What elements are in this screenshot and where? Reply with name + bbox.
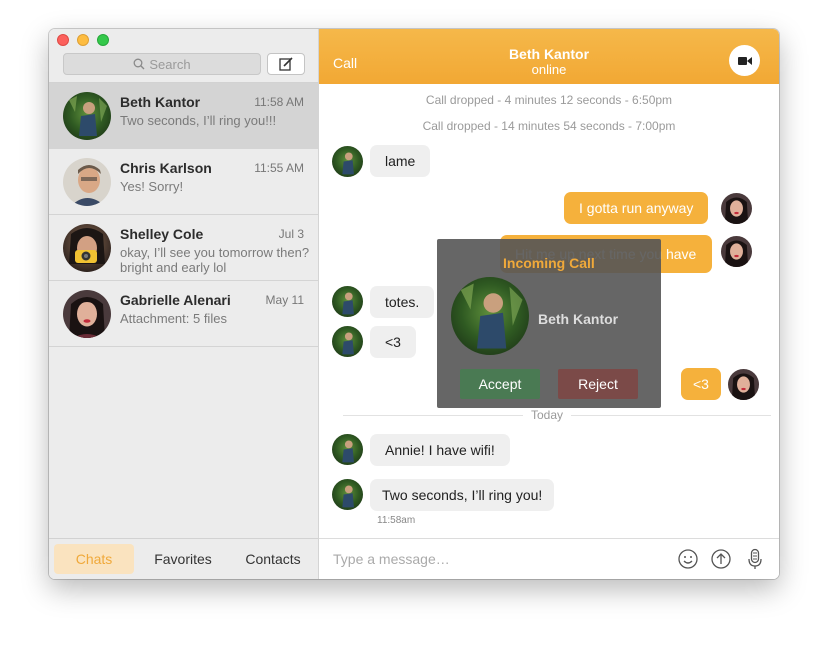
chat-item-shelley-cole[interactable]: Shelley Cole Jul 3 okay, I’ll see you to… — [49, 215, 318, 281]
beth-avatar — [332, 286, 363, 317]
message-composer: Type a message… — [319, 538, 779, 579]
reject-call-button[interactable]: Reject — [558, 369, 638, 399]
beth-avatar — [63, 92, 111, 140]
caller-name: Beth Kantor — [538, 311, 619, 327]
zoom-window-button[interactable] — [97, 34, 109, 46]
shelley-avatar — [63, 224, 111, 272]
chat-preview: okay, I’ll see you tomorrow then? bright… — [120, 245, 310, 275]
caller-avatar — [451, 277, 529, 355]
chat-name: Beth Kantor — [120, 94, 201, 110]
app-window: Search Beth Kantor 11:58 AM Two seconds,… — [49, 29, 779, 579]
smiley-icon — [678, 549, 698, 569]
system-message: Call dropped - 14 minutes 54 seconds - 7… — [422, 119, 676, 133]
microphone-icon — [748, 548, 762, 569]
system-message: Call dropped - 4 minutes 12 seconds - 6:… — [425, 93, 673, 107]
chat-time: 11:55 AM — [254, 161, 304, 175]
upload-arrow-icon — [711, 549, 731, 569]
sidebar-toolbar: Search — [49, 29, 318, 83]
date-divider-label: Today — [523, 408, 571, 422]
tab-chats[interactable]: Chats — [54, 544, 134, 574]
beth-avatar — [332, 326, 363, 357]
beth-avatar — [332, 146, 363, 177]
contact-status: online — [531, 62, 567, 77]
chat-preview: Two seconds, I’ll ring you!!! — [120, 113, 277, 128]
chat-preview: Attachment: 5 files — [120, 311, 227, 326]
video-camera-icon — [737, 56, 752, 65]
tab-favorites[interactable]: Favorites — [143, 544, 223, 574]
message-bubble-incoming: <3 — [370, 326, 416, 358]
chat-preview: Yes! Sorry! — [120, 179, 184, 194]
message-timestamp: 11:58am — [377, 515, 416, 526]
compose-button[interactable] — [267, 53, 305, 75]
close-window-button[interactable] — [57, 34, 69, 46]
message-input[interactable]: Type a message… — [333, 551, 450, 567]
video-call-button[interactable] — [729, 45, 760, 76]
chris-avatar — [63, 158, 111, 206]
chat-time: May 11 — [265, 293, 304, 307]
chat-time: Jul 3 — [278, 227, 304, 241]
message-bubble-incoming: Annie! I have wifi! — [370, 434, 510, 466]
accept-call-button[interactable]: Accept — [460, 369, 540, 399]
search-input[interactable]: Search — [63, 53, 261, 75]
search-icon — [133, 58, 145, 70]
chat-name: Shelley Cole — [120, 226, 204, 242]
message-bubble-outgoing: I gotta run anyway — [564, 192, 709, 224]
beth-avatar — [332, 434, 363, 465]
message-bubble-incoming: Two seconds, I’ll ring you! — [370, 479, 555, 511]
contact-name: Beth Kantor — [508, 46, 590, 62]
compose-icon — [279, 57, 293, 71]
user-avatar — [721, 236, 752, 267]
sidebar-tabs: Chats Favorites Contacts — [49, 538, 318, 579]
upload-button[interactable] — [710, 548, 732, 570]
chat-name: Chris Karlson — [120, 160, 212, 176]
chat-item-beth-kantor[interactable]: Beth Kantor 11:58 AM Two seconds, I’ll r… — [49, 83, 318, 149]
conversation-header: Call Beth Kantor online — [319, 29, 779, 84]
search-placeholder: Search — [149, 56, 191, 72]
sidebar: Search Beth Kantor 11:58 AM Two seconds,… — [49, 29, 319, 579]
emoji-button[interactable] — [677, 548, 699, 570]
incoming-call-dialog: Incoming Call Beth Kantor Accept Reject — [437, 239, 661, 408]
chat-item-chris-karlson[interactable]: Chris Karlson 11:55 AM Yes! Sorry! — [49, 149, 318, 215]
minimize-window-button[interactable] — [77, 34, 89, 46]
gabrielle-avatar — [63, 290, 111, 338]
message-bubble-incoming: totes. — [370, 286, 435, 318]
beth-avatar — [332, 479, 363, 510]
message-bubble-incoming: lame — [370, 145, 431, 177]
message-bubble-outgoing: <3 — [681, 368, 721, 400]
tab-contacts[interactable]: Contacts — [233, 544, 313, 574]
chat-item-gabrielle-alenari[interactable]: Gabrielle Alenari May 11 Attachment: 5 f… — [49, 281, 318, 347]
microphone-button[interactable] — [744, 548, 766, 570]
chat-time: 11:58 AM — [254, 95, 304, 109]
user-avatar — [721, 193, 752, 224]
incoming-call-title: Incoming Call — [503, 255, 595, 271]
user-avatar — [728, 369, 759, 400]
chat-name: Gabrielle Alenari — [120, 292, 231, 308]
chat-list: Beth Kantor 11:58 AM Two seconds, I’ll r… — [49, 83, 318, 347]
